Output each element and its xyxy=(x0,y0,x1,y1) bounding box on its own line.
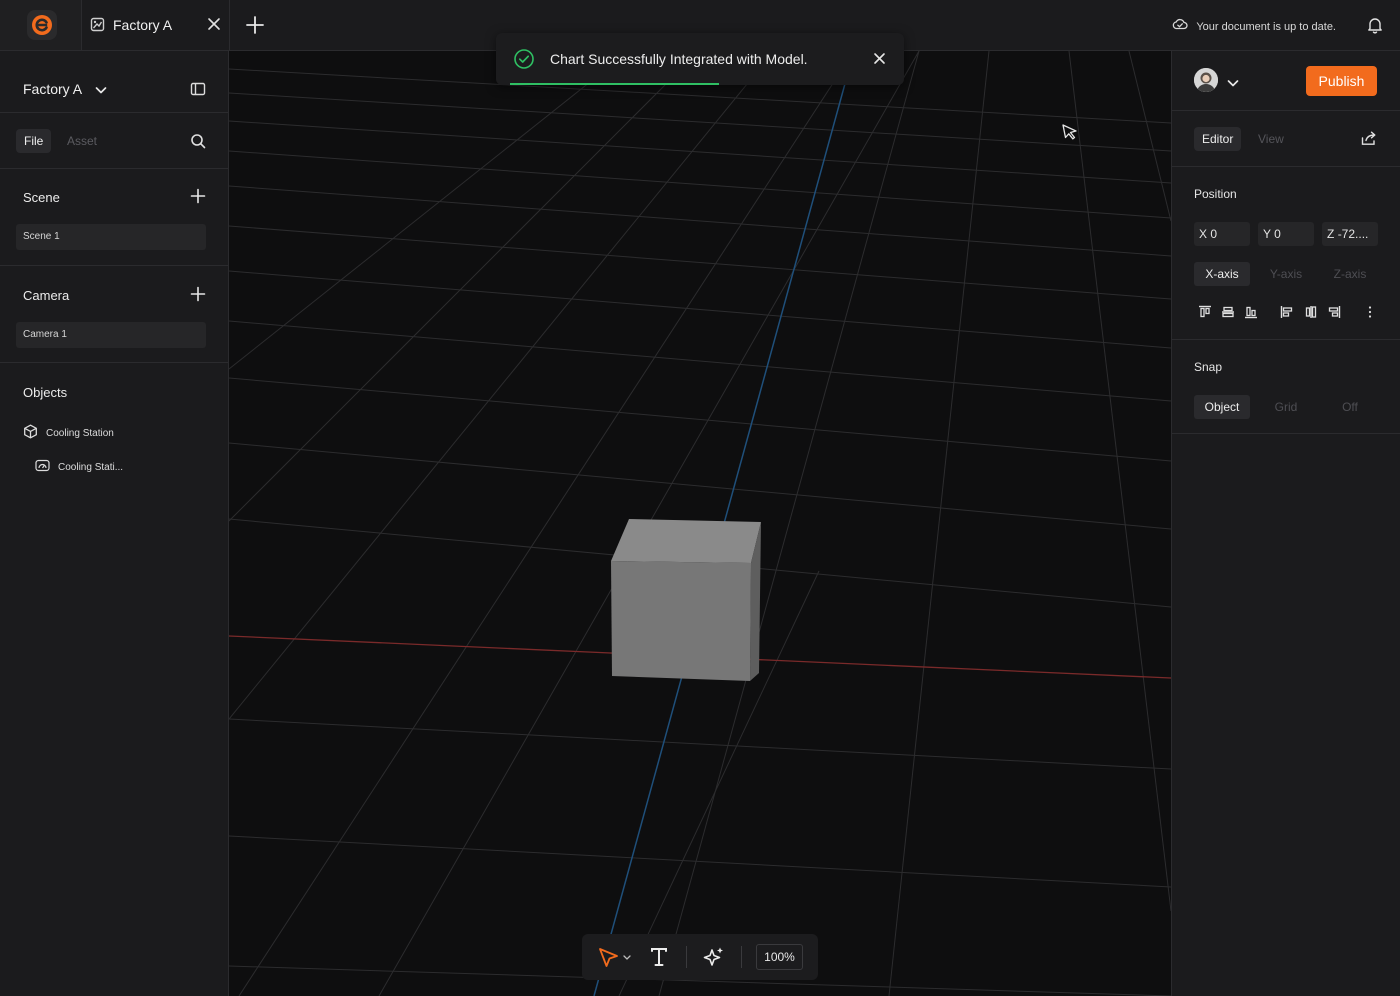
search-icon[interactable] xyxy=(190,133,206,154)
document-file-icon xyxy=(90,17,105,37)
right-panel: Publish Editor View Position X 0 Y 0 Z -… xyxy=(1171,51,1400,996)
axis-label: Z xyxy=(1327,227,1335,241)
align-top-icon[interactable] xyxy=(1198,305,1212,324)
align-horizontal-center-icon[interactable] xyxy=(1304,305,1318,324)
document-tab-title: Factory A xyxy=(113,17,173,33)
position-x-field[interactable]: X 0 xyxy=(1194,222,1250,246)
align-right-icon[interactable] xyxy=(1327,305,1341,324)
file-asset-switch: File Asset xyxy=(0,113,228,169)
tab-file[interactable]: File xyxy=(16,129,52,153)
align-bottom-icon[interactable] xyxy=(1244,305,1258,324)
right-panel-header: Publish xyxy=(1172,51,1400,111)
axis-label: Y xyxy=(1263,227,1271,241)
check-circle-icon xyxy=(513,48,535,75)
success-toast: Chart Successfully Integrated with Model… xyxy=(496,33,904,85)
axis-label: X xyxy=(1199,227,1208,241)
add-scene-plus-icon[interactable] xyxy=(190,188,206,209)
select-pointer-icon[interactable] xyxy=(596,946,634,973)
toolbar-divider xyxy=(686,946,687,968)
align-vertical-center-icon[interactable] xyxy=(1221,305,1235,324)
object-item-cooling-station-chart[interactable]: Cooling Stati... xyxy=(35,459,123,475)
objects-section-title: Objects xyxy=(23,385,68,400)
sync-status: Your document is up to date. xyxy=(1172,17,1336,36)
toolbar-divider xyxy=(741,946,742,968)
text-tool-icon[interactable] xyxy=(649,946,669,973)
project-name[interactable]: Factory A xyxy=(23,81,82,97)
scene-section-title: Scene xyxy=(23,190,60,205)
camera-section: Camera Camera 1 xyxy=(0,266,228,363)
y-axis-button[interactable]: Y-axis xyxy=(1258,262,1314,286)
dashboard-gauge-icon xyxy=(35,459,50,475)
3d-viewport[interactable] xyxy=(229,51,1171,996)
cloud-check-icon xyxy=(1172,17,1188,36)
tab-view[interactable]: View xyxy=(1258,127,1284,151)
position-section-title: Position xyxy=(1194,187,1237,201)
tab-asset[interactable]: Asset xyxy=(67,129,97,153)
ai-sparkle-icon[interactable] xyxy=(702,946,726,973)
chevron-down-icon[interactable] xyxy=(1227,75,1239,93)
sync-status-text: Your document is up to date. xyxy=(1196,20,1336,33)
camera-list-item[interactable]: Camera 1 xyxy=(16,322,206,348)
toast-message: Chart Successfully Integrated with Model… xyxy=(550,51,808,67)
axis-value: -72.... xyxy=(1337,227,1369,241)
snap-off-button[interactable]: Off xyxy=(1322,395,1378,419)
snap-section-title: Snap xyxy=(1194,360,1223,374)
scene-list-item[interactable]: Scene 1 xyxy=(16,224,206,250)
close-tab-icon[interactable] xyxy=(207,17,221,36)
object-item-label: Cooling Station xyxy=(46,427,114,439)
toast-progress-track xyxy=(510,83,890,85)
more-options-icon[interactable] xyxy=(1367,305,1373,324)
toast-progress-bar xyxy=(510,83,719,85)
bottom-toolbar: 100% xyxy=(582,934,818,980)
snap-section: Snap Object Grid Off xyxy=(1172,340,1400,434)
user-avatar[interactable] xyxy=(1194,68,1218,92)
zoom-level[interactable]: 100% xyxy=(756,944,803,970)
snap-object-button[interactable]: Object xyxy=(1194,395,1250,419)
camera-section-title: Camera xyxy=(23,288,70,303)
tab-editor[interactable]: Editor xyxy=(1194,127,1242,151)
axis-value: 0 xyxy=(1210,227,1218,241)
sidebar-toggle-icon[interactable] xyxy=(190,82,206,101)
snap-grid-button[interactable]: Grid xyxy=(1258,395,1314,419)
position-section: Position X 0 Y 0 Z -72.... X-axis Y-axis… xyxy=(1172,167,1400,340)
logo-cell xyxy=(0,0,82,50)
object-item-cooling-station[interactable]: Cooling Station xyxy=(23,424,114,442)
align-left-icon[interactable] xyxy=(1280,305,1294,324)
position-z-field[interactable]: Z -72.... xyxy=(1322,222,1378,246)
notification-bell-icon[interactable] xyxy=(1367,16,1383,39)
cube-object[interactable] xyxy=(611,519,761,681)
publish-button[interactable]: Publish xyxy=(1306,66,1377,96)
alignment-toolbar xyxy=(1194,305,1380,321)
share-export-icon[interactable] xyxy=(1361,131,1377,151)
x-axis-button[interactable]: X-axis xyxy=(1194,262,1250,286)
object-item-label: Cooling Stati... xyxy=(58,461,124,473)
axis-value: 0 xyxy=(1274,227,1281,241)
close-toast-icon[interactable] xyxy=(873,52,886,70)
ground-grid xyxy=(229,51,1171,996)
scene-section: Scene Scene 1 xyxy=(0,169,228,266)
new-tab-plus-icon[interactable] xyxy=(245,15,265,40)
mouse-pointer-cursor-icon xyxy=(1061,123,1079,146)
project-header: Factory A xyxy=(0,51,228,113)
document-tab[interactable]: Factory A xyxy=(82,0,230,50)
position-y-field[interactable]: Y 0 xyxy=(1258,222,1314,246)
add-camera-plus-icon[interactable] xyxy=(190,286,206,307)
objects-section: Objects Cooling Station Cooling Stati... xyxy=(0,363,228,563)
cube-icon xyxy=(23,424,38,442)
chevron-down-icon[interactable] xyxy=(95,82,107,100)
editor-view-tabs: Editor View xyxy=(1172,111,1400,167)
app-logo[interactable] xyxy=(27,10,57,40)
z-axis-button[interactable]: Z-axis xyxy=(1322,262,1378,286)
left-panel: Factory A File Asset Scene Scene 1 Camer… xyxy=(0,51,229,996)
